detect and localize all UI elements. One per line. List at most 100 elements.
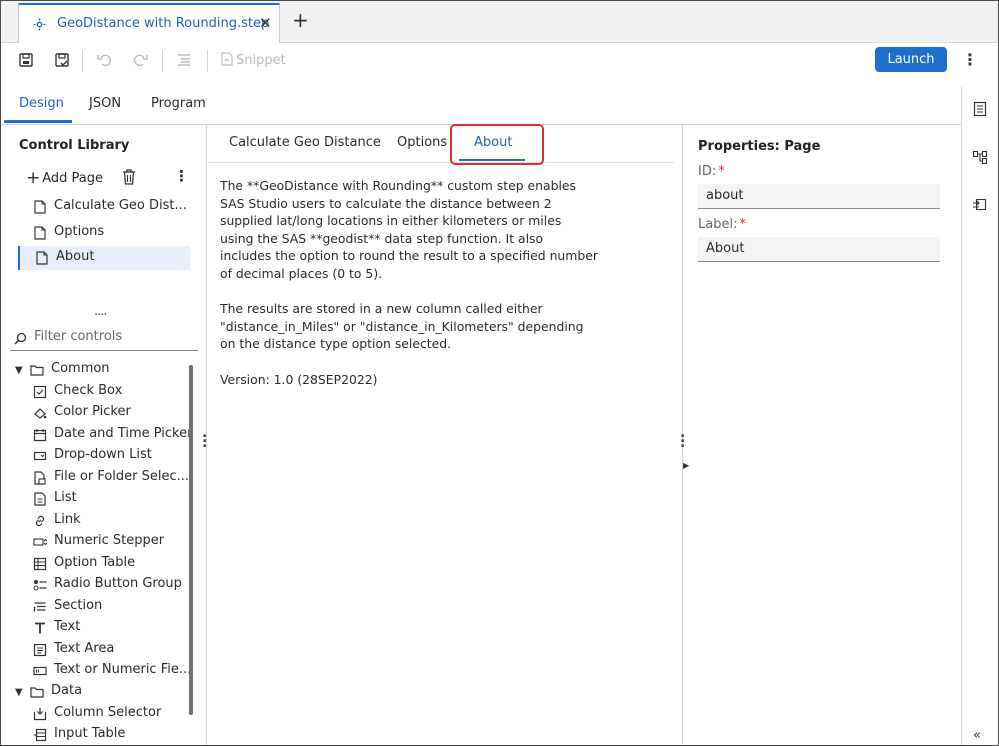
input-output-icon[interactable] bbox=[972, 197, 988, 213]
link-icon bbox=[35, 515, 45, 527]
hierarchy-icon[interactable] bbox=[972, 149, 988, 165]
tab-options[interactable]: Options bbox=[397, 135, 447, 150]
control-label: Section bbox=[54, 598, 103, 613]
text-field-icon bbox=[33, 666, 47, 676]
active-tab-indicator bbox=[4, 120, 72, 123]
custom-step-icon bbox=[33, 18, 46, 31]
page-item[interactable]: Calculate Geo Dist... bbox=[18, 195, 190, 219]
id-label-text: ID: bbox=[698, 164, 717, 179]
control-label: Text bbox=[54, 619, 81, 634]
page-tabs: Calculate Geo Distance Options About bbox=[208, 124, 674, 165]
control-label: List bbox=[54, 490, 77, 505]
page-item[interactable]: Options bbox=[18, 221, 190, 245]
right-rail: « bbox=[961, 87, 998, 745]
control-label: Input Table bbox=[54, 726, 126, 741]
label-label: Label: * bbox=[698, 217, 746, 232]
control-label: Text or Numeric Fie... bbox=[54, 662, 192, 677]
text-icon bbox=[35, 622, 45, 634]
plus-icon: + bbox=[26, 168, 41, 188]
control-library-scrollbar[interactable] bbox=[189, 365, 193, 715]
about-description: The **GeoDistance with Rounding** custom… bbox=[220, 178, 598, 387]
page-item-label: About bbox=[56, 249, 95, 264]
tab-program[interactable]: Program bbox=[151, 96, 206, 111]
file-folder-icon bbox=[34, 471, 46, 485]
dropdown-icon bbox=[33, 451, 47, 461]
control-label: Column Selector bbox=[54, 705, 162, 720]
close-tab-icon[interactable]: ✕ bbox=[259, 14, 272, 32]
label-field[interactable]: About bbox=[698, 237, 940, 262]
tab-calculate-geo-distance[interactable]: Calculate Geo Distance bbox=[229, 135, 381, 150]
toolbar-divider bbox=[207, 50, 208, 72]
more-options-icon[interactable]: ⋮ bbox=[962, 50, 978, 69]
page-item-label: Options bbox=[54, 224, 105, 239]
control-library-title: Control Library bbox=[19, 138, 130, 153]
section-icon bbox=[33, 602, 46, 612]
list-icon bbox=[34, 492, 46, 506]
document-tab-strip: GeoDistance with Rounding.step ✕ + bbox=[1, 1, 998, 43]
control-label: Numeric Stepper bbox=[54, 533, 165, 548]
page-icon bbox=[34, 226, 46, 240]
control-label: Drop-down List bbox=[54, 447, 152, 462]
page-item-selected[interactable]: About bbox=[18, 246, 190, 270]
snippet-button[interactable]: Snippet bbox=[221, 52, 286, 68]
page-item-label: Calculate Geo Dist... bbox=[54, 198, 187, 213]
control-label: Text Area bbox=[54, 641, 115, 656]
control-label: Check Box bbox=[54, 383, 123, 398]
folder-icon bbox=[30, 365, 44, 376]
properties-title: Properties: Page bbox=[698, 139, 821, 154]
properties-icon[interactable] bbox=[972, 101, 988, 117]
trash-icon[interactable] bbox=[122, 169, 136, 185]
properties-panel: Properties: Page ID: * about Label: * Abou… bbox=[684, 125, 961, 745]
view-tabs: Design JSON Program bbox=[1, 87, 961, 125]
toolbar-divider bbox=[162, 50, 163, 72]
add-page-button[interactable]: + Add Page bbox=[26, 168, 103, 188]
launch-button[interactable]: Launch bbox=[875, 47, 947, 72]
page-options-icon[interactable]: ⋮ bbox=[174, 167, 189, 185]
search-icon bbox=[14, 332, 27, 345]
required-mark: * bbox=[739, 217, 746, 232]
panel-resize-handle[interactable]: .... bbox=[94, 304, 107, 319]
id-field[interactable]: about bbox=[698, 184, 940, 209]
stepper-icon bbox=[33, 538, 47, 546]
control-label: Radio Button Group bbox=[54, 576, 182, 591]
chevron-down-icon[interactable]: ▼ bbox=[15, 365, 23, 376]
filter-controls-field[interactable] bbox=[10, 326, 198, 351]
annotation-highlight-box bbox=[450, 124, 544, 165]
control-library-panel: Control Library + Add Page ⋮ Calculate Ge… bbox=[4, 125, 207, 745]
toolbar-divider bbox=[82, 50, 83, 72]
toolbar: Snippet Launch ⋮ bbox=[1, 43, 998, 79]
page-icon bbox=[36, 251, 48, 265]
save-as-icon[interactable] bbox=[53, 51, 71, 69]
new-tab-button[interactable]: + bbox=[292, 10, 309, 30]
label-label-text: Label: bbox=[698, 217, 738, 232]
control-label: Date and Time Picker bbox=[54, 426, 193, 441]
collapse-rail-icon[interactable]: « bbox=[973, 728, 981, 743]
folder-icon bbox=[30, 687, 44, 698]
paint-bucket-icon bbox=[34, 408, 47, 419]
page-editor-panel: Calculate Geo Distance Options About The… bbox=[208, 124, 683, 745]
control-label: File or Folder Selec... bbox=[54, 469, 190, 484]
tab-json[interactable]: JSON bbox=[89, 96, 121, 111]
undo-icon[interactable] bbox=[96, 51, 114, 69]
id-label: ID: * bbox=[698, 164, 725, 179]
app-window: GeoDistance with Rounding.step ✕ + Snipp… bbox=[0, 0, 999, 746]
column-selector-icon bbox=[33, 708, 47, 721]
document-tab[interactable]: GeoDistance with Rounding.step ✕ bbox=[18, 3, 280, 43]
snippet-icon bbox=[221, 52, 233, 66]
snippet-label: Snippet bbox=[236, 53, 286, 68]
chevron-down-icon[interactable]: ▼ bbox=[15, 687, 23, 698]
control-label: Color Picker bbox=[54, 404, 131, 419]
checkbox-icon bbox=[33, 385, 47, 399]
required-mark: * bbox=[718, 164, 725, 179]
save-icon[interactable] bbox=[17, 51, 35, 69]
option-table-icon bbox=[33, 557, 47, 571]
redo-icon[interactable] bbox=[131, 51, 149, 69]
add-page-label: Add Page bbox=[42, 171, 104, 186]
control-label: Option Table bbox=[54, 555, 136, 570]
text-area-icon bbox=[33, 643, 47, 657]
calendar-icon bbox=[33, 429, 47, 442]
filter-controls-input[interactable] bbox=[34, 329, 194, 344]
format-code-icon[interactable] bbox=[175, 51, 193, 69]
left-splitter-handle[interactable]: ... bbox=[202, 426, 207, 450]
tab-design[interactable]: Design bbox=[19, 96, 64, 111]
